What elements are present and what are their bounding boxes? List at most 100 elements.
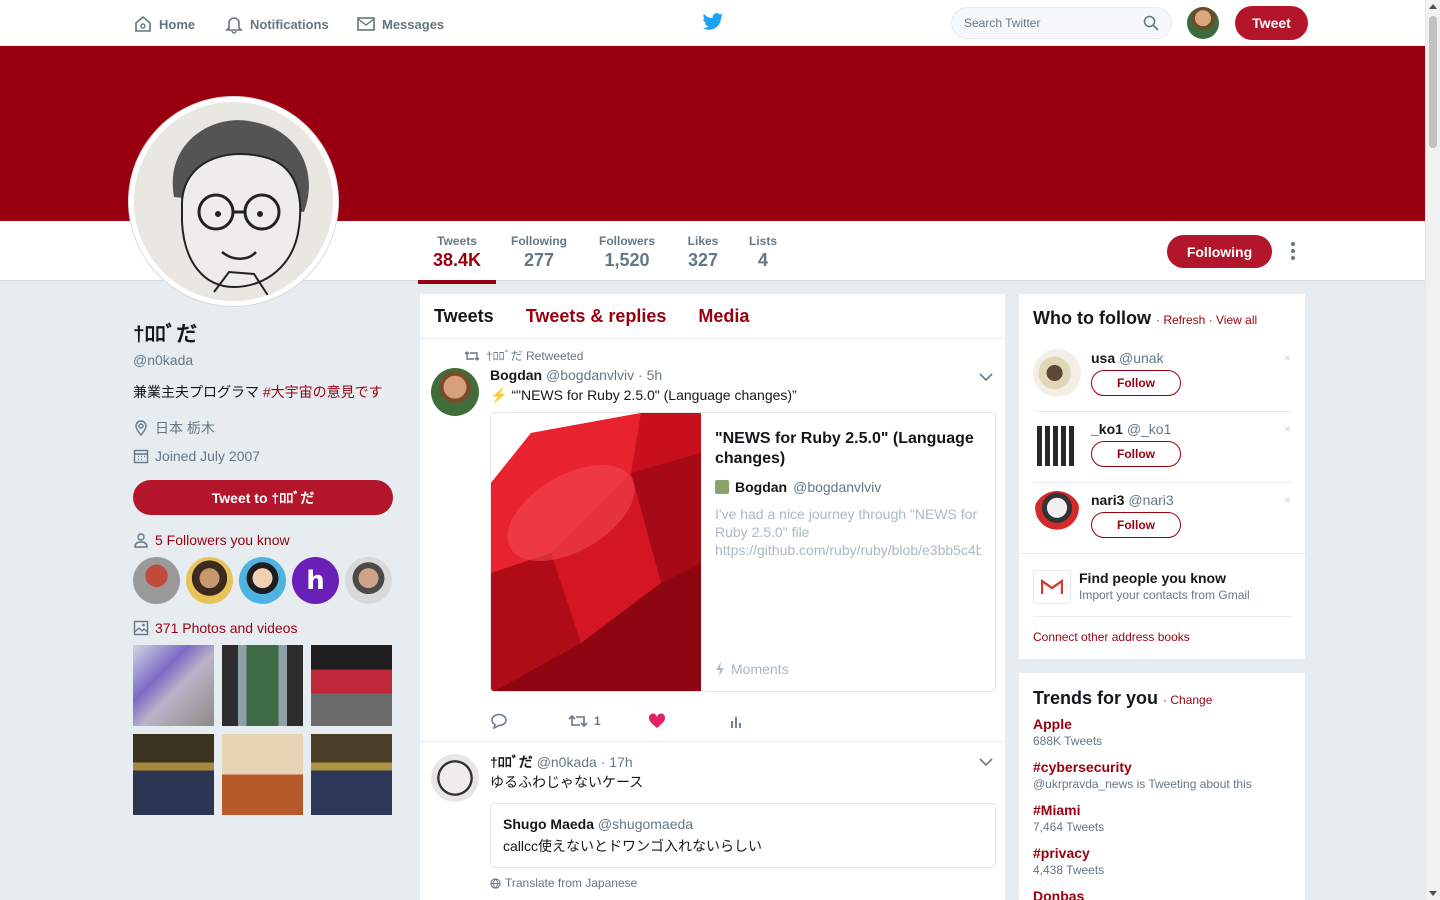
- compose-tweet-button[interactable]: Tweet: [1235, 6, 1308, 40]
- tweet-author-name[interactable]: Bogdan: [490, 367, 542, 383]
- stat-followers[interactable]: Followers 1,520: [597, 234, 657, 271]
- divider: [1019, 553, 1305, 554]
- profile-handle[interactable]: @n0kada: [133, 352, 395, 368]
- find-people-title[interactable]: Find people you know: [1079, 570, 1226, 586]
- suggested-user-name[interactable]: usa @unak: [1091, 350, 1164, 366]
- card-description-line: I've had a nice journey through "NEWS fo…: [715, 506, 978, 522]
- tab-media[interactable]: Media: [698, 306, 749, 327]
- trend-item[interactable]: Donbas: [1033, 888, 1084, 900]
- follow-button[interactable]: Follow: [1091, 512, 1181, 538]
- follower-avatar[interactable]: [345, 557, 392, 604]
- refresh-link[interactable]: · Refresh: [1156, 313, 1205, 327]
- suggested-user[interactable]: nari3 @nari3 Follow ×: [1033, 483, 1291, 554]
- trend-item[interactable]: #Miami 7,464 Tweets: [1033, 802, 1104, 834]
- dismiss-icon[interactable]: ×: [1284, 422, 1291, 436]
- tweet[interactable]: †ﾛﾛﾞだ @n0kada · 17h ゆるふわじゃないケース Shugo Ma…: [420, 742, 1005, 900]
- scroll-down-arrow[interactable]: [1429, 891, 1437, 896]
- stat-tweets[interactable]: Tweets 38.4K: [418, 234, 496, 284]
- profile-name[interactable]: †ﾛﾛﾞだ: [133, 318, 395, 348]
- stat-label: Tweets: [437, 234, 477, 248]
- twitter-bird-icon[interactable]: [702, 12, 724, 32]
- card-content: "NEWS for Ruby 2.5.0" (Language changes)…: [715, 429, 981, 559]
- bio-hashtag-link[interactable]: #大宇宙の意見です: [263, 384, 383, 400]
- suggested-user-avatar[interactable]: [1033, 491, 1081, 539]
- suggested-user-name[interactable]: _ko1 @_ko1: [1091, 421, 1171, 437]
- follower-avatar[interactable]: [239, 557, 286, 604]
- stat-following[interactable]: Following 277: [509, 234, 569, 271]
- photo-thumbnail[interactable]: [311, 734, 392, 815]
- change-link[interactable]: · Change: [1163, 693, 1212, 707]
- person-icon: [134, 533, 148, 548]
- view-all-link[interactable]: · View all: [1209, 313, 1257, 327]
- tweet-time[interactable]: · 5h: [638, 367, 662, 383]
- card-title[interactable]: "NEWS for Ruby 2.5.0" (Language changes): [715, 429, 981, 469]
- scrollbar-thumb[interactable]: [1429, 16, 1437, 148]
- profile-avatar[interactable]: [129, 97, 338, 306]
- connect-address-books-link[interactable]: Connect other address books: [1033, 630, 1190, 644]
- suggested-user[interactable]: usa @unak Follow ×: [1033, 341, 1291, 412]
- dismiss-icon[interactable]: ×: [1284, 493, 1291, 507]
- tweet-author-handle[interactable]: @bogdanvlviv: [546, 367, 634, 383]
- quoted-tweet-text: callcc使えないとドワンゴ入れないらしい: [503, 838, 763, 854]
- followers-you-know-link[interactable]: 5 Followers you know: [133, 532, 395, 548]
- follower-avatar[interactable]: [133, 557, 180, 604]
- tweet-to-button[interactable]: Tweet to †ﾛﾛﾞだ: [133, 480, 393, 515]
- scroll-up-arrow[interactable]: [1429, 4, 1437, 9]
- card-author-avatar: [715, 480, 729, 494]
- stat-likes[interactable]: Likes 327: [685, 234, 721, 271]
- trend-name: Donbas: [1033, 888, 1085, 900]
- tweet-author-avatar[interactable]: [431, 368, 479, 416]
- tweet-author-avatar[interactable]: [431, 754, 479, 802]
- link-card[interactable]: "NEWS for Ruby 2.5.0" (Language changes)…: [490, 412, 996, 692]
- trends-module: Trends for you · Change Apple 688K Tweet…: [1018, 672, 1306, 900]
- reply-action[interactable]: [490, 713, 568, 729]
- photos-videos-link[interactable]: 371 Photos and videos: [133, 620, 395, 636]
- nav-home[interactable]: Home: [133, 14, 195, 34]
- follow-button[interactable]: Follow: [1091, 370, 1181, 396]
- bio-text: 兼業主夫プログラマ: [133, 384, 263, 400]
- search-input[interactable]: Search Twitter: [951, 7, 1172, 39]
- chevron-down-icon[interactable]: [979, 757, 993, 767]
- stat-lists[interactable]: Lists 4: [747, 234, 779, 271]
- quoted-tweet[interactable]: Shugo Maeda @shugomaeda callcc使えないとドワンゴ入…: [490, 803, 996, 868]
- retweet-action[interactable]: 1: [568, 714, 648, 728]
- translate-label: Translate from Japanese: [505, 876, 638, 890]
- following-button[interactable]: Following: [1167, 235, 1272, 268]
- translate-link[interactable]: Translate from Japanese: [490, 876, 637, 890]
- like-action[interactable]: [648, 713, 730, 729]
- stat-label: Followers: [598, 234, 655, 248]
- suggested-user[interactable]: _ko1 @_ko1 Follow ×: [1033, 412, 1291, 483]
- timeline: Tweets Tweets & replies Media †ﾛﾛﾞだ Retw…: [419, 293, 1006, 900]
- trend-item[interactable]: #cybersecurity @ukrpravda_news is Tweeti…: [1033, 759, 1252, 791]
- suggested-user-avatar[interactable]: [1037, 426, 1077, 466]
- tab-tweets[interactable]: Tweets: [434, 306, 494, 327]
- trend-item[interactable]: #privacy 4,438 Tweets: [1033, 845, 1104, 877]
- page-scrollbar[interactable]: [1425, 0, 1440, 900]
- suggested-user-name[interactable]: nari3 @nari3: [1091, 492, 1174, 508]
- photo-thumbnail[interactable]: [222, 645, 303, 726]
- photo-thumbnail[interactable]: [133, 645, 214, 726]
- search-icon[interactable]: [1143, 15, 1159, 31]
- nav-notifications[interactable]: Notifications: [224, 14, 329, 34]
- tweet[interactable]: †ﾛﾛﾞだ Retweeted Bogdan @bogdanvlviv · 5h…: [420, 339, 1005, 742]
- follow-button[interactable]: Follow: [1091, 441, 1181, 467]
- photo-thumbnail[interactable]: [311, 645, 392, 726]
- suggested-user-avatar[interactable]: [1033, 349, 1081, 397]
- trend-item[interactable]: Apple 688K Tweets: [1033, 716, 1102, 748]
- follower-avatar[interactable]: [186, 557, 233, 604]
- quoted-author-name: Shugo Maeda: [503, 816, 595, 832]
- tweet-author-name[interactable]: †ﾛﾛﾞだ: [490, 754, 533, 770]
- dismiss-icon[interactable]: ×: [1284, 351, 1291, 365]
- nav-messages-label: Messages: [382, 16, 445, 32]
- account-avatar[interactable]: [1187, 7, 1219, 39]
- analytics-action[interactable]: [730, 714, 744, 728]
- photo-thumbnail[interactable]: [222, 734, 303, 815]
- follower-avatar[interactable]: h: [292, 557, 339, 604]
- nav-messages[interactable]: Messages: [356, 14, 444, 34]
- tweet-time[interactable]: · 17h: [601, 754, 633, 770]
- tab-tweets-replies[interactable]: Tweets & replies: [526, 306, 667, 327]
- tweet-author-handle[interactable]: @n0kada: [537, 754, 597, 770]
- chevron-down-icon[interactable]: [979, 372, 993, 382]
- more-options-icon[interactable]: [1286, 242, 1300, 260]
- photo-thumbnail[interactable]: [133, 734, 214, 815]
